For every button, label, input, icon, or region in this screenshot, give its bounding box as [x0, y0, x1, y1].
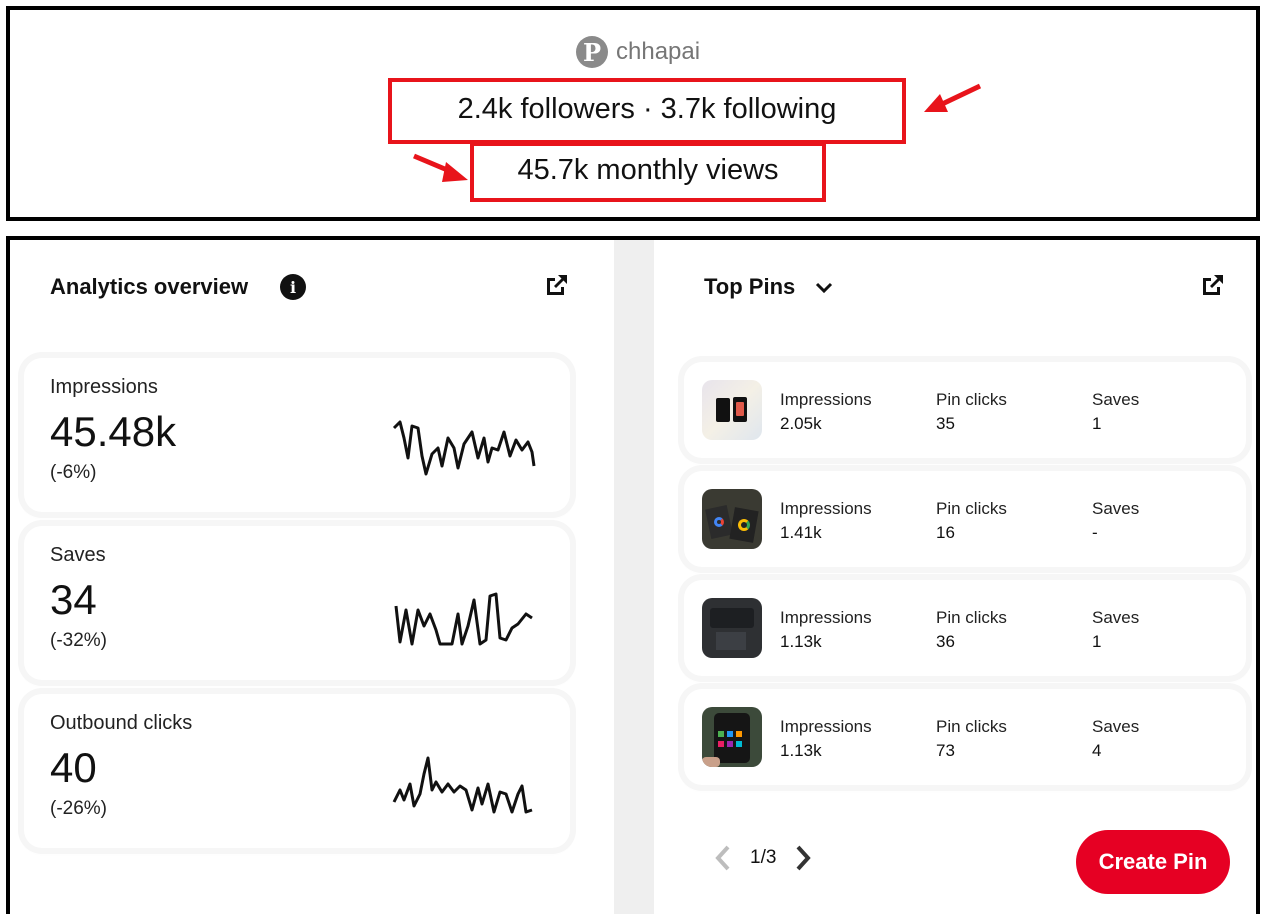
metric-value: 40: [50, 744, 97, 791]
profile-panel: P chhapai 2.4k followers · 3.7k followin…: [6, 6, 1260, 221]
metric-value: 34: [50, 576, 97, 623]
sparkline-impressions: [392, 420, 536, 476]
pin-impressions-label: Impressions: [780, 717, 872, 736]
pin-impressions-value: 1.13k: [780, 632, 822, 651]
top-pins-card: Top Pins Impressions 2.05k Pin clicks 35 S…: [654, 240, 1256, 914]
metric-change: (-26%): [50, 798, 108, 819]
pin-saves-label: Saves: [1092, 499, 1140, 518]
pagination: 1/3: [714, 844, 812, 872]
pin-row[interactable]: Impressions 1.13k Pin clicks 73 Saves 4: [684, 689, 1246, 785]
analytics-overview-title: Analytics overview: [50, 274, 249, 299]
pin-saves-value: 1: [1092, 414, 1102, 433]
followers-following: 2.4k followers · 3.7k following: [457, 93, 837, 125]
metric-card-outbound-clicks[interactable]: Outbound clicks 40 (-26%): [24, 694, 570, 848]
pin-impressions-label: Impressions: [780, 499, 872, 518]
column-divider: [614, 240, 654, 914]
metric-label: Impressions: [50, 376, 158, 398]
chevron-left-icon[interactable]: [714, 844, 732, 872]
pin-impressions-label: Impressions: [780, 390, 872, 409]
pin-thumbnail[interactable]: [702, 380, 762, 440]
pin-clicks-label: Pin clicks: [936, 608, 1007, 627]
annotation-arrow-right-icon: [924, 83, 982, 112]
metric-card-saves[interactable]: Saves 34 (-32%): [24, 526, 570, 680]
pin-saves-value: 1: [1092, 632, 1102, 651]
pin-clicks-value: 36: [936, 632, 955, 651]
create-pin-button[interactable]: Create Pin: [1076, 830, 1230, 894]
pin-clicks-label: Pin clicks: [936, 717, 1007, 736]
page-indicator: 1/3: [750, 847, 777, 868]
sparkline-outbound-clicks: [392, 756, 533, 814]
pin-saves-label: Saves: [1092, 390, 1140, 409]
pin-thumbnail[interactable]: [702, 598, 762, 658]
chevron-down-icon[interactable]: [814, 278, 834, 298]
pin-row[interactable]: Impressions 1.13k Pin clicks 36 Saves 1: [684, 580, 1246, 676]
pin-row[interactable]: Impressions 1.41k Pin clicks 16 Saves -: [684, 471, 1246, 567]
pin-impressions-label: Impressions: [780, 608, 872, 627]
pin-saves-value: -: [1092, 523, 1098, 542]
info-icon[interactable]: i: [280, 274, 306, 300]
pin-impressions-value: 1.41k: [780, 523, 822, 542]
metric-value: 45.48k: [50, 408, 177, 455]
profile-username[interactable]: P chhapai: [576, 36, 700, 68]
metric-change: (-32%): [50, 630, 108, 651]
pin-impressions-value: 2.05k: [780, 414, 822, 433]
pin-clicks-value: 35: [936, 414, 955, 433]
pin-saves-label: Saves: [1092, 608, 1140, 627]
external-link-icon[interactable]: [1200, 272, 1226, 298]
chevron-right-icon[interactable]: [794, 844, 812, 872]
pin-impressions-value: 1.13k: [780, 741, 822, 760]
pin-row[interactable]: Impressions 2.05k Pin clicks 35 Saves 1: [684, 362, 1246, 458]
pin-clicks-value: 16: [936, 523, 955, 542]
monthly-views: 45.7k monthly views: [517, 154, 779, 186]
pin-thumbnail[interactable]: [702, 707, 762, 767]
pin-clicks-label: Pin clicks: [936, 499, 1007, 518]
metric-label: Saves: [50, 544, 106, 566]
metric-change: (-6%): [50, 462, 97, 483]
pin-clicks-value: 73: [936, 741, 955, 760]
pin-saves-value: 4: [1092, 741, 1102, 760]
analytics-overview-card: Analytics overview i Impressions 45.48k …: [10, 240, 614, 914]
metric-card-impressions[interactable]: Impressions 45.48k (-6%): [24, 358, 570, 512]
top-pins-title[interactable]: Top Pins: [704, 274, 795, 300]
annotation-arrow-left-icon: [413, 153, 468, 182]
metric-label: Outbound clicks: [50, 712, 193, 734]
pin-saves-label: Saves: [1092, 717, 1140, 736]
pin-clicks-label: Pin clicks: [936, 390, 1007, 409]
external-link-icon[interactable]: [544, 272, 570, 298]
analytics-panel: Analytics overview i Impressions 45.48k …: [6, 236, 1260, 914]
pin-thumbnail[interactable]: [702, 489, 762, 549]
pinterest-logo-icon: P: [576, 36, 608, 68]
sparkline-saves: [394, 592, 533, 646]
